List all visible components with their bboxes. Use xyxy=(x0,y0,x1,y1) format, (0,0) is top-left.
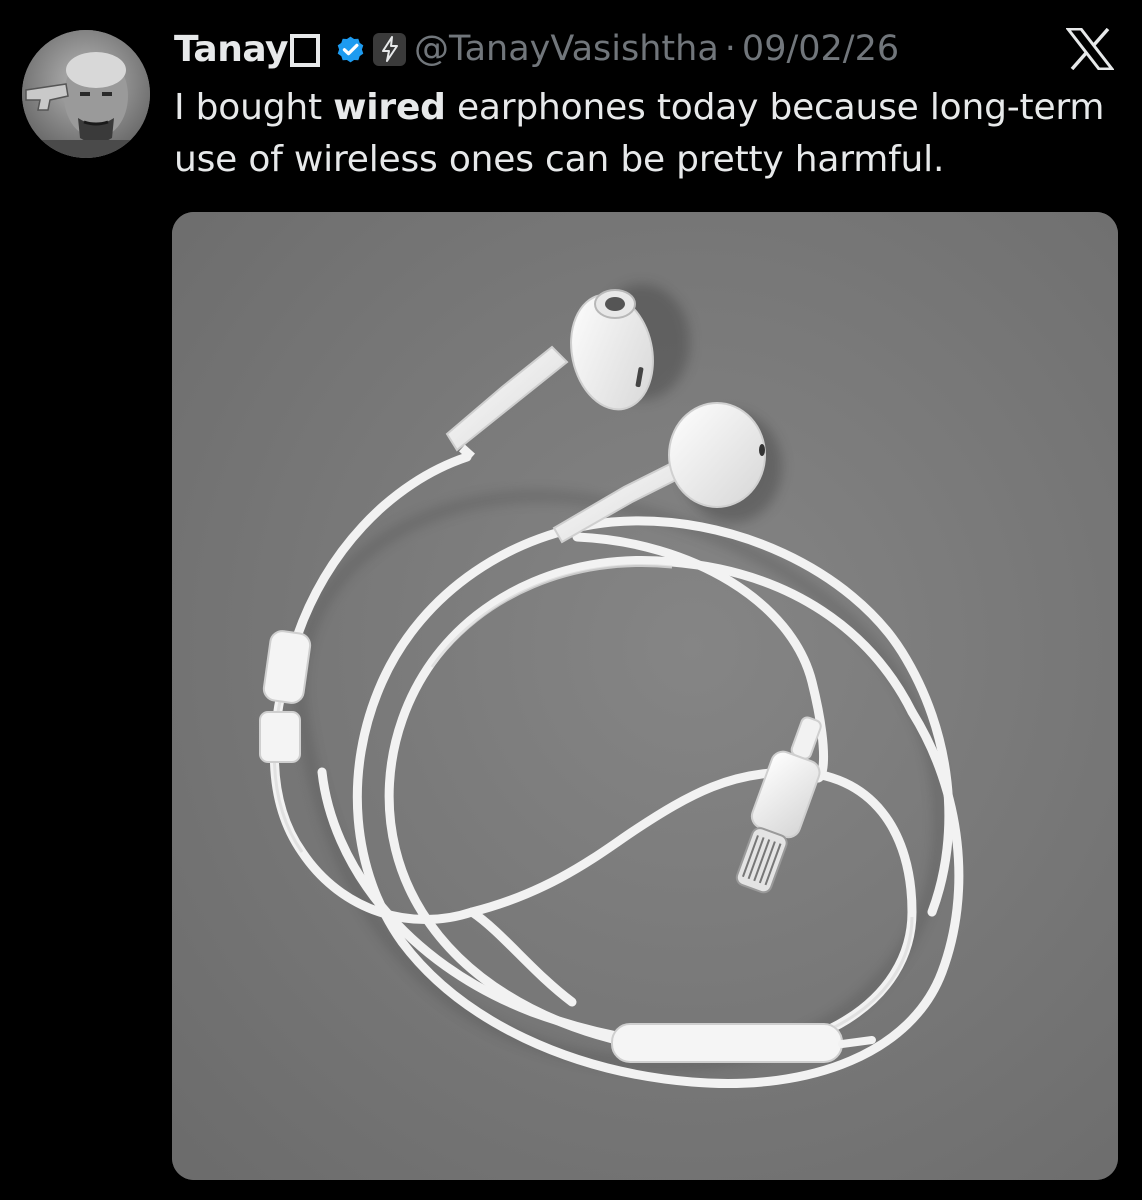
tweet-date[interactable]: 09/02/26 xyxy=(742,29,899,69)
author-handle[interactable]: @TanayVasishtha xyxy=(414,29,719,69)
tweet-text: I bought wired earphones today because l… xyxy=(174,82,1114,186)
x-logo-icon[interactable] xyxy=(1064,27,1116,71)
tweet-photo[interactable] xyxy=(172,212,1118,1180)
tweet-text-part-1: I bought xyxy=(174,87,334,128)
tweet-text-bold: wired xyxy=(333,87,446,128)
avatar[interactable] xyxy=(22,30,150,158)
verified-check-icon[interactable] xyxy=(334,33,367,66)
lightning-bolt-icon[interactable] xyxy=(373,32,406,66)
name-emoji-box xyxy=(290,33,320,67)
author-name[interactable]: Tanay xyxy=(174,29,289,70)
separator-dot: · xyxy=(724,29,736,69)
tweet-header: Tanay @TanayVasishtha · 09/02/26 xyxy=(174,24,899,74)
